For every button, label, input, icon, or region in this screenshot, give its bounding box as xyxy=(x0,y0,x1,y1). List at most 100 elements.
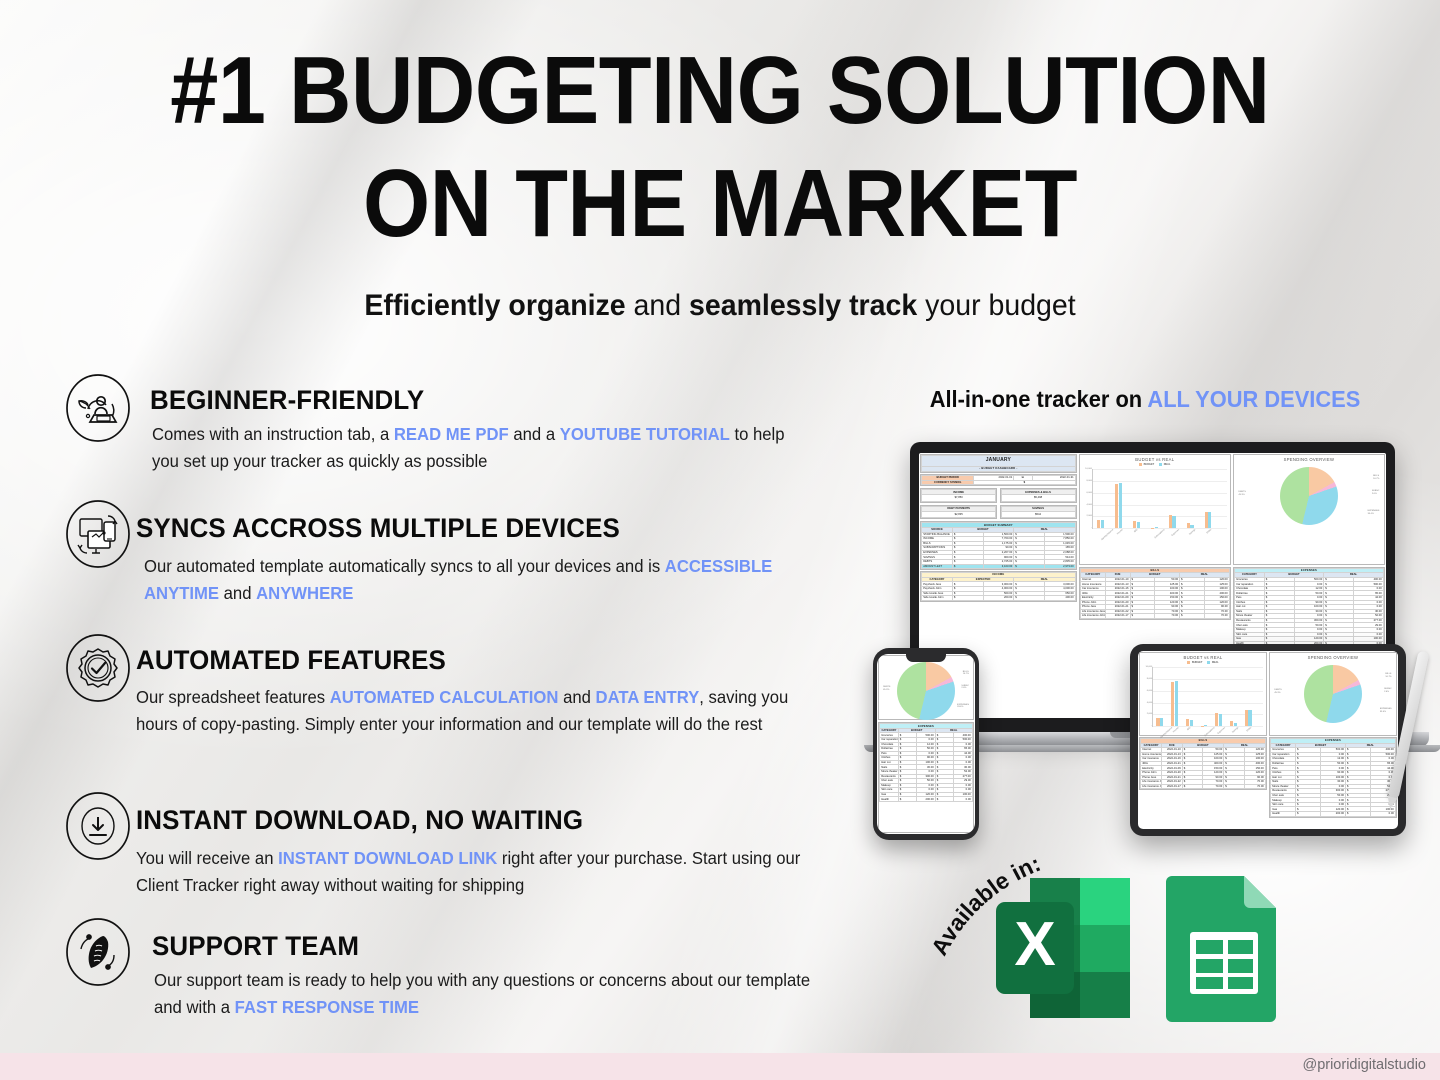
feature-description: Our automated template automatically syn… xyxy=(144,553,811,607)
bar xyxy=(1204,725,1208,727)
pie-callout-label: BILLS 16.7% xyxy=(1373,475,1379,481)
currency-cell: $ xyxy=(897,796,918,802)
legend-budget: BUDGET xyxy=(1187,661,1202,665)
pie-label-value: 2.6% xyxy=(1371,492,1377,495)
headline-line-2: ON THE MARKET xyxy=(362,150,1078,257)
y-axis-tick-label: 4,000 xyxy=(1146,701,1153,704)
highlight-text: READ ME PDF xyxy=(393,423,509,444)
gridline xyxy=(1092,492,1227,494)
table-cell: 2,973.00 xyxy=(1043,563,1076,570)
pie-label-value: 16.7% xyxy=(962,673,969,676)
kpi-value: $7,850 xyxy=(921,494,997,502)
gridline xyxy=(1092,480,1227,482)
x-axis-tick-label: Debts xyxy=(1206,529,1212,535)
budget-vs-real-chart: BUDGET vs REAL BUDGET REAL 10,000 8,000 6,… xyxy=(1139,652,1267,739)
body-text: and xyxy=(219,582,257,603)
bar xyxy=(1171,681,1175,727)
table-cell: Life insurance John xyxy=(1079,613,1106,619)
bar xyxy=(1190,525,1194,529)
bar xyxy=(1114,483,1119,529)
legend-real: REAL xyxy=(1159,463,1171,467)
bar xyxy=(1185,719,1189,727)
bar xyxy=(1156,717,1160,727)
body-text: Comes with an instruction tab, a xyxy=(152,423,394,444)
gear-checkmark-icon xyxy=(62,632,134,704)
devices-headline-accent: ALL YOUR DEVICES xyxy=(1147,386,1361,412)
pie-slices xyxy=(897,661,955,720)
pie-label-value: 45.3% xyxy=(1274,691,1281,694)
device-mockup-group: JANUARY - BUDGET DASHBOARD - BUDGET PERI… xyxy=(845,430,1440,850)
legend-real: REAL xyxy=(1207,661,1219,665)
currency-symbol-value: $ xyxy=(973,479,1076,486)
footer-bar: @prioridigitalstudio xyxy=(0,1053,1440,1080)
bar xyxy=(1219,714,1223,727)
budget-vs-real-chart: BUDGET vs REAL BUDGET REAL 10,000 8,000 6,… xyxy=(1078,454,1231,566)
table-cell: 3,103.00 xyxy=(982,563,1015,570)
y-axis-tick-label: 8,000 xyxy=(1086,479,1092,482)
pie-callout-label: DEBTS 45.3% xyxy=(1274,689,1281,695)
chart-plot-area: 10,000 8,000 6,000 4,000 2,000- Starting bala… xyxy=(1145,666,1263,739)
y-axis-tick-label: 6,000 xyxy=(1146,689,1153,692)
svg-text:X: X xyxy=(1014,910,1055,979)
bills-pane: BILLS CATEGORY DUE BUDGET REAL Internet 2022-… xyxy=(1078,566,1231,620)
pie-label-value: 2.6% xyxy=(961,687,967,690)
bar xyxy=(1204,512,1208,529)
pie-slices xyxy=(1304,665,1362,724)
currency-cell: $ xyxy=(1295,811,1322,817)
highlight-text: FAST RESPONSE TIME xyxy=(234,996,419,1017)
excel-logo: X xyxy=(988,868,1140,1030)
bar xyxy=(1118,482,1122,529)
pie-plot-area: BILLS 16.7% SUBSC 2.6% EXPENSES 33.4% DEBTS 45.… xyxy=(1237,465,1381,527)
bar xyxy=(1233,723,1237,727)
pie-label-value: 33.4% xyxy=(957,706,964,709)
devices-headline: All-in-one tracker on ALL YOUR DEVICES xyxy=(893,386,1397,413)
available-in-group: Available in: X xyxy=(926,830,1330,1060)
bar xyxy=(1244,710,1248,727)
pie-label-value: 45.3% xyxy=(883,688,890,691)
pie-callout-label: SUBSC 2.6% xyxy=(1384,688,1392,694)
table-cell: 0.00 xyxy=(1369,811,1396,817)
pie-callout-label: EXPENSES 33.4% xyxy=(1380,708,1392,714)
footer-handle: @prioridigitalstudio xyxy=(1302,1057,1426,1073)
table-cell: AMOUNT LEFT xyxy=(921,563,953,570)
budget-summary-pane: BUDGET SUMMARY SOURCE BUDGET REAL STARTING … xyxy=(920,521,1077,571)
gridline xyxy=(1092,469,1227,471)
feature-description: Our support team is ready to help you wi… xyxy=(154,967,812,1021)
table-row: Life insurance John2022-01-17$70.00$70.0… xyxy=(1140,783,1266,790)
expenses-pane: EXPENSES CATEGORY BUDGET REAL Groceries $500… xyxy=(878,722,974,833)
pie-callout-label: SUBSC 2.6% xyxy=(1372,490,1380,496)
chart-title: SPENDING OVERVIEW xyxy=(1283,457,1335,463)
bar xyxy=(1150,527,1154,529)
chart-plot-area: 10,000 8,000 6,000 4,000 2,000- Starting bala… xyxy=(1085,468,1227,541)
feature-description: Our spreadsheet features AUTOMATED CALCU… xyxy=(136,684,811,738)
bills-pane: BILLS CATEGORY DUE BUDGET REAL Internet 2022-… xyxy=(1139,737,1267,791)
bar xyxy=(1136,522,1140,529)
feature-description: Comes with an instruction tab, a READ ME… xyxy=(152,421,812,475)
bar xyxy=(1172,516,1176,529)
spending-overview-chart: SPENDING OVERVIEW BILLS 16.7% SUBSC 2.6% EXP… xyxy=(1233,454,1385,566)
highlight-text: ANYWHERE xyxy=(256,582,354,603)
feature-title: INSTANT DOWNLOAD, NO WAITING xyxy=(136,805,584,835)
feature-description: You will receive an INSTANT DOWNLOAD LIN… xyxy=(136,845,811,899)
spending-overview-chart: BILLS 16.7% SUBSC 2.6% EXPENSES 33.4% DEBTS 45.… xyxy=(878,655,974,720)
feature-item-automated-features: AUTOMATED FEATURES Our spreadsheet featu… xyxy=(62,632,832,784)
pie-callout-label: DEBTS 45.3% xyxy=(1238,491,1245,497)
table-cell: 200.00 xyxy=(1320,811,1346,817)
bar xyxy=(1230,720,1234,727)
currency-symbol-label: CURRENCY SYMBOL xyxy=(921,479,975,486)
page-root: #1 BUDGETING SOLUTION ON THE MARKET Effi… xyxy=(0,0,1440,1080)
kpi-grid: DEBT PAYMENTS $2,835 SAVINGS $544 xyxy=(919,504,1078,521)
bar xyxy=(1132,521,1136,529)
currency-cell: $ xyxy=(1223,783,1246,790)
gridline xyxy=(1153,726,1263,728)
currency-cell: $ xyxy=(1013,563,1045,570)
pie-plot-area: BILLS 16.7% SUBSC 2.6% EXPENSES 33.4% DEBTS 45.… xyxy=(882,661,970,720)
highlight-text: YOUTUBE TUTORIAL xyxy=(559,423,730,444)
table-row: Health$200.00$0.00 xyxy=(879,796,973,802)
feature-item-beginner-friendly: BEGINNER-FRIENDLY Comes with an instruct… xyxy=(62,372,832,492)
download-arrow-icon xyxy=(62,790,134,862)
highlight-text: AUTOMATED CALCULATION xyxy=(329,686,559,707)
bar-group: Bills xyxy=(1185,719,1193,731)
table-cell: Life insurance John xyxy=(1140,783,1162,790)
pie-callout-label: DEBTS 45.3% xyxy=(883,686,890,692)
